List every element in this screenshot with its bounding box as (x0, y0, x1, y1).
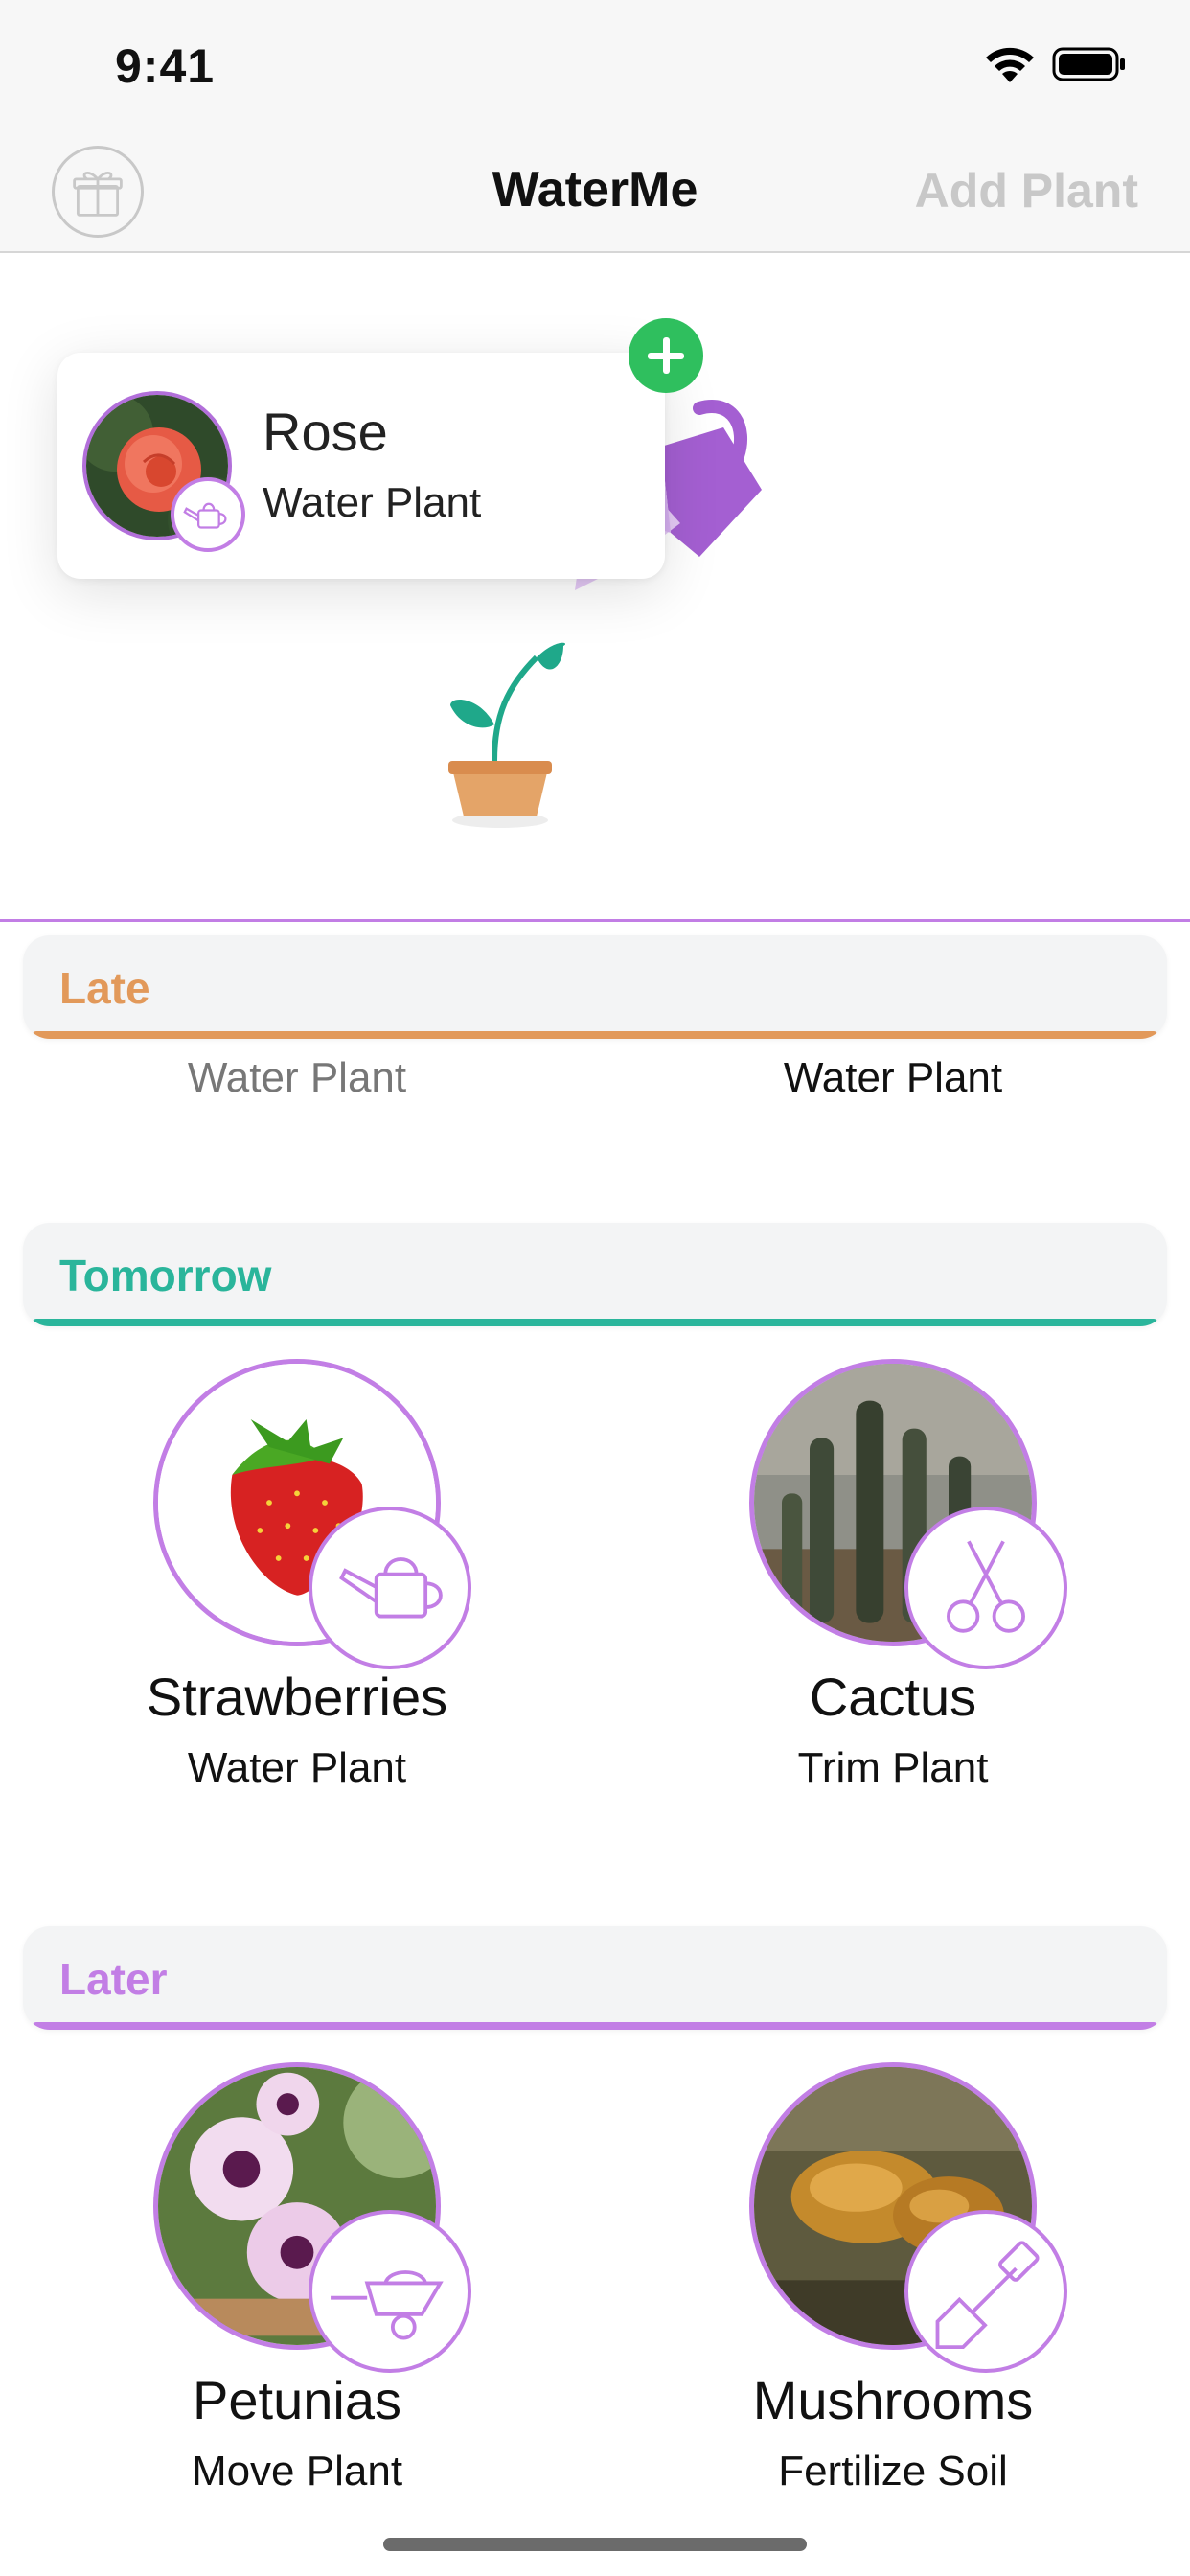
status-time: 9:41 (115, 39, 216, 93)
section-underline (33, 1319, 1157, 1326)
plant-task: Trim Plant (797, 1744, 989, 1791)
late-task-label[interactable]: Water Plant (625, 1054, 1161, 1102)
wheelbarrow-icon (309, 2210, 471, 2373)
home-indicator[interactable] (383, 2538, 807, 2551)
section-underline (33, 2022, 1157, 2030)
plant-cell-petunias[interactable]: Petunias Move Plant (29, 2062, 565, 2495)
reminder-task: Water Plant (263, 479, 482, 526)
reminder-plant-name: Rose (263, 402, 388, 462)
plant-task: Water Plant (187, 1744, 407, 1791)
section-underline (33, 1031, 1157, 1039)
add-plant-button[interactable]: Add Plant (915, 163, 1138, 218)
plant-name: Cactus (809, 1667, 977, 1727)
plant-task: Move Plant (191, 2448, 403, 2495)
add-reminder-button[interactable] (629, 318, 703, 393)
watering-can-icon (171, 477, 245, 552)
reminder-card[interactable]: Rose Water Plant (57, 353, 665, 579)
section-header-late: Late (23, 935, 1167, 1039)
wifi-icon (986, 47, 1034, 82)
plant-cell-strawberries[interactable]: Strawberries Water Plant (29, 1359, 565, 1791)
plant-cell-mushrooms[interactable]: Mushrooms Fertilize Soil (625, 2062, 1161, 2495)
section-label: Later (59, 1954, 168, 2004)
sprout-icon (448, 642, 565, 828)
status-bar: 9:41 (0, 0, 1190, 126)
section-label: Late (59, 963, 150, 1013)
plant-cell-cactus[interactable]: Cactus Trim Plant (625, 1359, 1161, 1791)
watering-can-icon (309, 1506, 471, 1669)
plant-name: Mushrooms (752, 2370, 1034, 2430)
late-task-label[interactable]: Water Plant (29, 1054, 565, 1102)
plant-name: Strawberries (146, 1667, 448, 1727)
section-header-later: Later (23, 1926, 1167, 2030)
plus-icon (648, 337, 684, 374)
scissors-icon (904, 1506, 1067, 1669)
navigation-bar: WaterMe Add Plant (0, 126, 1190, 253)
shovel-icon (904, 2210, 1067, 2373)
plant-task: Fertilize Soil (778, 2448, 1008, 2495)
battery-icon (1052, 47, 1125, 81)
onboarding-illustration: Rose Water Plant (0, 255, 1190, 922)
section-header-tomorrow: Tomorrow (23, 1223, 1167, 1326)
plant-name: Petunias (193, 2370, 401, 2430)
section-label: Tomorrow (59, 1251, 272, 1300)
